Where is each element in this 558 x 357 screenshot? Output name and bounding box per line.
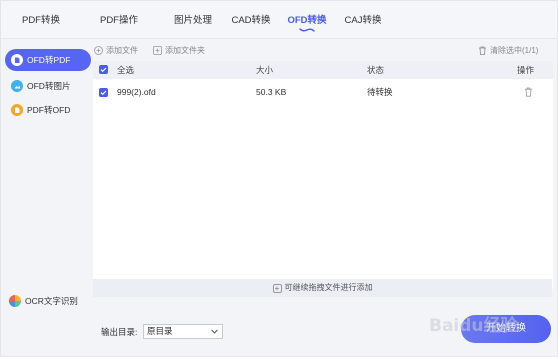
watermark: Baidu经验 (429, 316, 518, 336)
tab-ofd-convert-label: OFD转换 (287, 15, 327, 26)
tab-pdf-convert[interactable]: PDF转换 (15, 1, 67, 39)
active-tab-indicator-icon (299, 28, 315, 32)
file-table: 全选 大小 状态 操作 999(2).ofd 50.3 KB 待转换 (93, 61, 553, 289)
app-window: PDF转换 PDF操作 图片处理 CAD转换 OFD转换 CAJ转换 OFD转P… (0, 0, 558, 357)
clear-selected-label: 清除选中(1/1) (490, 46, 539, 55)
drop-hint: 可继续拖拽文件进行添加 (284, 283, 373, 292)
main-panel: 添加文件 添加文件夹 清除选中(1/1) 全选 大小 状态 操作 999(2).… (93, 45, 553, 295)
clear-selected-button[interactable]: 清除选中(1/1) (478, 45, 538, 57)
plus-icon: + (272, 284, 282, 293)
add-file-label: 添加文件 (106, 46, 138, 55)
file-size: 50.3 KB (256, 87, 287, 97)
sidebar-item-pdf-to-ofd[interactable]: PDF转OFD (5, 99, 91, 121)
pdf-to-ofd-icon (11, 104, 23, 116)
chevron-down-icon (211, 329, 218, 334)
add-circle-icon (94, 46, 103, 55)
row-checkbox[interactable] (99, 88, 108, 97)
add-folder-label: 添加文件夹 (165, 46, 205, 55)
select-all-checkbox[interactable] (99, 65, 108, 74)
top-nav: PDF转换 PDF操作 图片处理 CAD转换 OFD转换 CAJ转换 (1, 1, 557, 39)
sidebar-item-label: OFD转PDF (27, 55, 71, 65)
header-select-all: 全选 (117, 65, 135, 75)
tab-ofd-convert[interactable]: OFD转换 (281, 1, 333, 39)
header-status: 状态 (367, 65, 385, 75)
tab-pdf-operations[interactable]: PDF操作 (93, 1, 145, 39)
tab-image-processing[interactable]: 图片处理 (167, 1, 219, 39)
ocr-entry[interactable]: OCR文字识别 (9, 295, 78, 307)
sidebar-item-label: PDF转OFD (27, 105, 71, 115)
output-dir-select[interactable]: 原目录 (143, 324, 223, 339)
file-name: 999(2).ofd (117, 87, 156, 97)
table-row[interactable]: 999(2).ofd 50.3 KB 待转换 (93, 81, 553, 103)
output-dir-label: 输出目录: (101, 327, 138, 337)
sidebar-item-ofd-to-pdf[interactable]: OFD转PDF (5, 49, 91, 71)
ocr-label: OCR文字识别 (25, 296, 78, 306)
header-size: 大小 (256, 65, 274, 75)
tab-caj-convert[interactable]: CAJ转换 (337, 1, 389, 39)
add-file-button[interactable]: 添加文件 (94, 45, 138, 57)
drop-area[interactable]: + 可继续拖拽文件进行添加 (93, 279, 552, 297)
header-action: 操作 (517, 65, 535, 75)
sidebar-item-label: OFD转图片 (27, 81, 71, 91)
add-folder-button[interactable]: 添加文件夹 (153, 45, 205, 57)
sidebar-item-ofd-to-image[interactable]: OFD转图片 (5, 75, 91, 97)
trash-icon (479, 46, 486, 55)
sidebar: OFD转PDF OFD转图片 PDF转OFD (5, 45, 91, 356)
add-folder-icon (153, 46, 162, 55)
ofd-to-image-icon (11, 80, 23, 92)
output-dir-value: 原目录 (147, 326, 173, 336)
tab-cad-convert[interactable]: CAD转换 (225, 1, 277, 39)
table-header: 全选 大小 状态 操作 (93, 61, 553, 79)
delete-row-icon[interactable] (524, 87, 533, 97)
file-status: 待转换 (367, 87, 393, 97)
ocr-icon (9, 295, 21, 307)
ofd-to-pdf-icon (11, 54, 23, 66)
file-toolbar: 添加文件 添加文件夹 清除选中(1/1) (93, 45, 553, 59)
